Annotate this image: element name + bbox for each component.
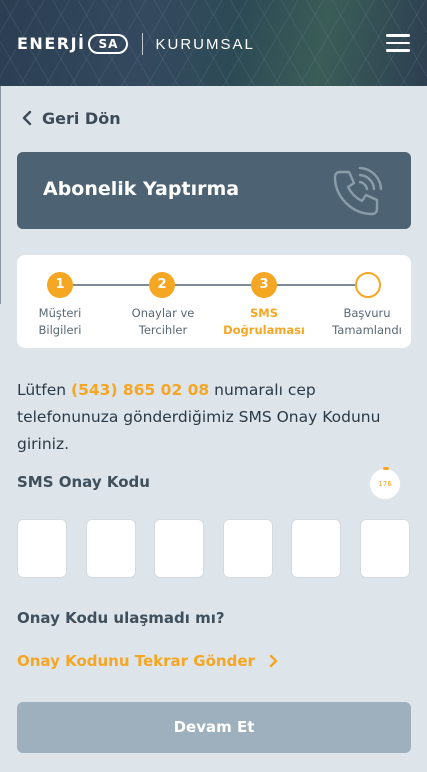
- code-digit-5[interactable]: [291, 519, 341, 578]
- logo-badge: SA: [88, 34, 129, 54]
- chevron-right-icon: [269, 654, 278, 668]
- resend-code-label: Onay Kodunu Tekrar Gönder: [17, 652, 255, 670]
- step-4-circle: [355, 272, 381, 298]
- back-label: Geri Dön: [42, 108, 121, 128]
- sms-instruction-text: Lütfen (543) 865 02 08 numaralı cep tele…: [17, 381, 381, 453]
- step-3-label: SMS Doğrulaması: [223, 306, 305, 337]
- chevron-left-icon: [22, 110, 32, 126]
- step-2-circle: 2: [149, 272, 175, 298]
- code-digit-3[interactable]: [154, 519, 204, 578]
- code-digit-6[interactable]: [360, 519, 410, 578]
- resend-code-link[interactable]: Onay Kodunu Tekrar Gönder: [17, 650, 278, 672]
- code-not-received-text: Onay Kodu ulaşmadı mı?: [17, 609, 225, 627]
- left-edge-divider: [0, 86, 1, 304]
- step-1-label: Müşteri Bilgileri: [38, 306, 82, 337]
- logo-word: ENERJİ: [17, 34, 86, 53]
- logo-divider: [142, 33, 144, 55]
- code-digit-1[interactable]: [17, 519, 67, 578]
- page-title-card: Abonelik Yaptırma: [17, 152, 411, 229]
- step-4-label: Başvuru Tamamlandı: [332, 306, 402, 337]
- step-connector: [175, 284, 251, 286]
- code-digit-2[interactable]: [86, 519, 136, 578]
- progress-stepper: 1 2 3 Müşteri Bilgileri Onaylar ve Tercihl…: [17, 255, 411, 348]
- logo-subtitle: KURUMSAL: [155, 35, 255, 53]
- page-title: Abonelik Yaptırma: [43, 178, 240, 200]
- hamburger-menu-icon[interactable]: [386, 34, 410, 52]
- code-digit-4[interactable]: [223, 519, 273, 578]
- back-link[interactable]: Geri Dön: [22, 106, 121, 130]
- step-3-circle: 3: [251, 272, 277, 298]
- step-2-label: Onaylar ve Tercihler: [131, 306, 195, 337]
- sms-code-label: SMS Onay Kodu: [17, 473, 150, 491]
- enerjisa-logo[interactable]: ENERJİ SA KURUMSAL: [17, 31, 255, 57]
- countdown-timer: 176: [369, 467, 401, 500]
- phone-ringing-icon: [333, 166, 383, 216]
- step-connector: [73, 284, 149, 286]
- timer-progress-arc: [383, 467, 389, 470]
- app-header: ENERJİ SA KURUMSAL: [0, 0, 427, 86]
- continue-button[interactable]: Devam Et: [17, 702, 411, 753]
- step-1-circle: 1: [47, 272, 73, 298]
- phone-number: (543) 865 02 08: [71, 381, 210, 399]
- step-connector: [277, 284, 355, 286]
